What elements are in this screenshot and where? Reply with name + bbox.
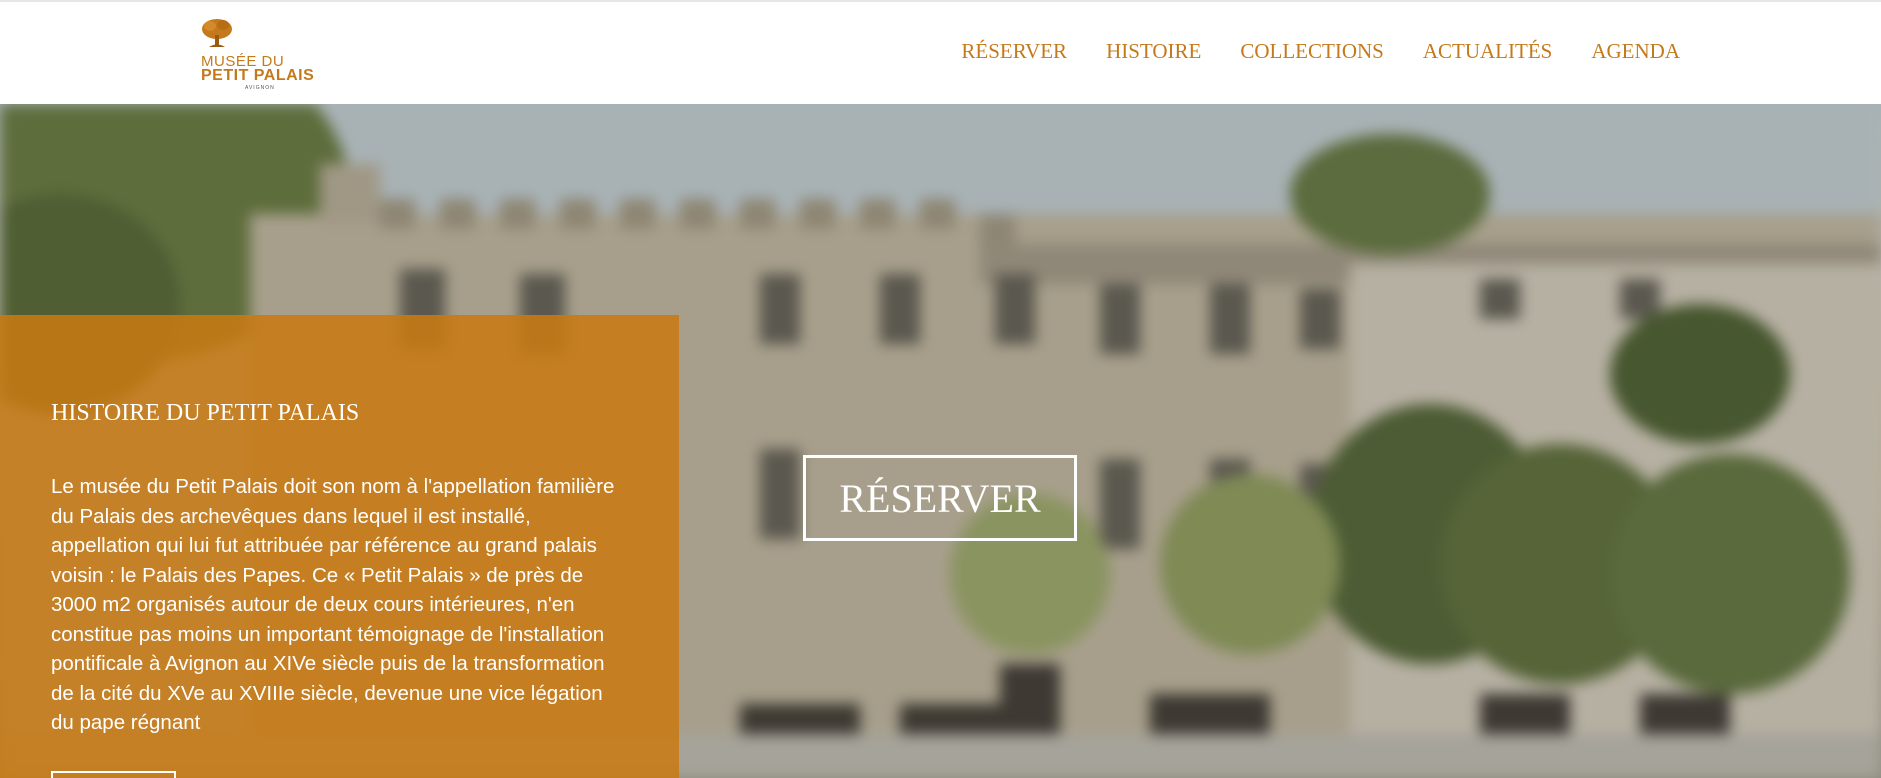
logo-line-3: AVIGNON [245, 85, 275, 91]
nav-item-reserver[interactable]: RÉSERVER [961, 39, 1067, 64]
tree-logo-icon [202, 19, 232, 47]
nav-item-actualites[interactable]: ACTUALITÉS [1423, 39, 1553, 64]
site-header: MUSÉE DU PETIT PALAIS AVIGNON RÉSERVER H… [0, 0, 1881, 104]
logo-line-2: PETIT PALAIS [201, 67, 315, 84]
hero-reserve-button[interactable]: RÉSERVER [803, 455, 1077, 541]
nav-item-histoire[interactable]: HISTOIRE [1106, 39, 1201, 64]
main-nav: RÉSERVER HISTOIRE COLLECTIONS ACTUALITÉS… [961, 39, 1680, 64]
history-text: Le musée du Petit Palais doit son nom à … [51, 475, 615, 734]
history-title: HISTOIRE DU PETIT PALAIS [51, 400, 360, 426]
hero-section: RÉSERVER HISTOIRE DU PETIT PALAIS Le mus… [0, 104, 1881, 778]
read-more-button[interactable] [51, 771, 176, 778]
nav-item-agenda[interactable]: AGENDA [1591, 39, 1680, 64]
history-panel: HISTOIRE DU PETIT PALAIS Le musée du Pet… [0, 315, 679, 778]
site-logo[interactable]: MUSÉE DU PETIT PALAIS AVIGNON [200, 18, 324, 92]
nav-item-collections[interactable]: COLLECTIONS [1240, 39, 1384, 64]
